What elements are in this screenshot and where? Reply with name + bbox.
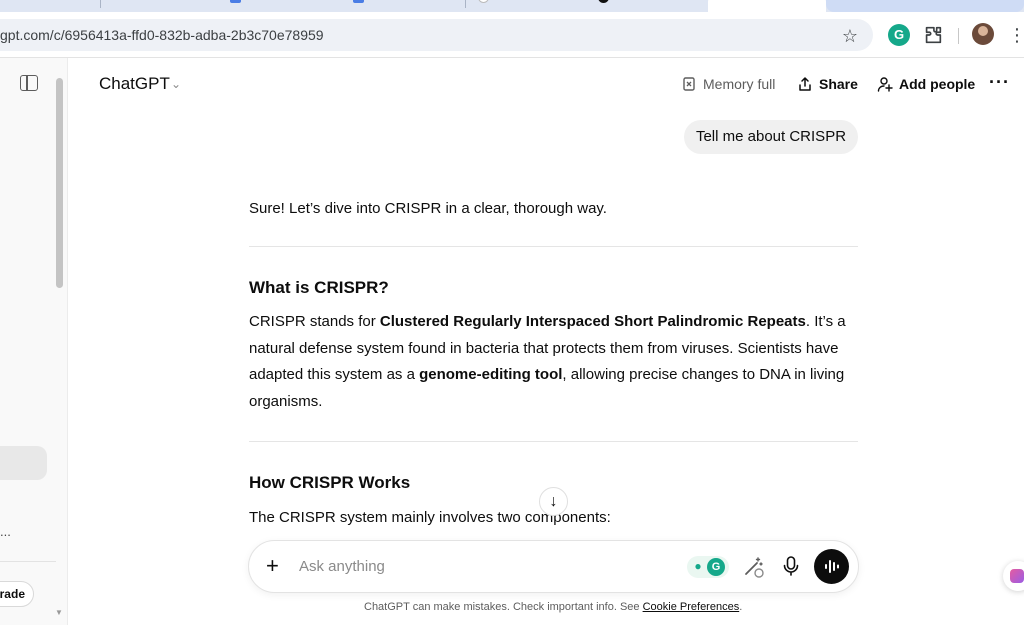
user-message-bubble: Tell me about CRISPR (684, 120, 858, 154)
section-divider (249, 246, 858, 247)
waveform-icon (825, 560, 839, 573)
disclaimer-end: . (739, 601, 743, 613)
add-person-icon (877, 77, 893, 92)
sidebar-divider (0, 561, 56, 562)
section-divider (249, 441, 858, 442)
share-label: Share (819, 76, 858, 92)
section-paragraph: CRISPR stands for Clustered Regularly In… (249, 309, 858, 416)
sidebar-scrollbar[interactable] (56, 78, 63, 288)
memory-full-label: Memory full (703, 76, 776, 92)
add-people-button[interactable]: Add people (877, 74, 975, 94)
browser-tab[interactable] (826, 0, 1024, 12)
memory-full-indicator[interactable]: Memory full (681, 74, 775, 94)
tab-favicon-icon (598, 0, 609, 3)
browser-tab[interactable] (470, 0, 582, 12)
tab-favicon-icon (230, 0, 241, 3)
bookmark-star-icon[interactable]: ☆ (840, 26, 860, 46)
profile-avatar[interactable] (972, 23, 994, 45)
toolbar-divider (958, 28, 959, 44)
paragraph-text: CRISPR stands for (249, 313, 380, 330)
scroll-to-bottom-button[interactable]: ↓ (539, 487, 568, 516)
chevron-down-icon[interactable]: ⌄ (171, 77, 181, 91)
prompt-input[interactable] (299, 558, 599, 575)
section-heading: What is CRISPR? (249, 278, 389, 297)
share-button[interactable]: Share (797, 74, 858, 94)
plus-icon[interactable]: + (266, 553, 279, 579)
browser-tab-strip (0, 0, 1024, 12)
browser-tab[interactable] (222, 0, 334, 12)
tab-favicon-icon (353, 0, 364, 3)
grammarly-icon: G (707, 558, 725, 576)
lightbulb-icon: ● (694, 559, 702, 573)
floating-extension-icon[interactable] (1003, 561, 1024, 591)
tab-separator (465, 0, 466, 8)
disclaimer-label: ChatGPT can make mistakes. Check importa… (364, 601, 643, 613)
microphone-icon[interactable] (782, 555, 800, 577)
bold-term: genome-editing tool (419, 366, 563, 384)
cookie-preferences-link[interactable]: Cookie Preferences (643, 601, 740, 613)
tab-separator (100, 0, 101, 8)
voice-mode-button[interactable] (814, 549, 849, 584)
sidebar-item-selected[interactable] (0, 446, 47, 480)
scroll-down-arrow-icon[interactable]: ▼ (55, 608, 63, 617)
section-heading: How CRISPR Works (249, 473, 411, 492)
memory-icon (683, 77, 695, 91)
sidebar: ▼ ... rade (0, 58, 68, 625)
model-selector[interactable]: ChatGPT (99, 74, 170, 94)
prompt-composer: + ● G (248, 540, 859, 593)
browser-tab-active[interactable] (708, 0, 826, 12)
browser-tab[interactable] (345, 0, 457, 12)
share-icon (799, 77, 811, 91)
browser-menu-icon[interactable]: ⋮ (1008, 24, 1024, 46)
grammarly-extension-icon[interactable]: G (888, 24, 910, 46)
sidebar-toggle-icon[interactable] (20, 75, 38, 91)
grammarly-widget[interactable]: ● G (687, 556, 729, 578)
upgrade-button[interactable]: rade (0, 581, 34, 607)
sidebar-more-label[interactable]: ... (0, 524, 11, 539)
more-options-icon[interactable]: ··· (989, 72, 1010, 93)
arrow-down-icon: ↓ (549, 493, 558, 510)
browser-tab[interactable] (590, 0, 702, 12)
url-text[interactable]: gpt.com/c/6956413a-ffd0-832b-adba-2b3c70… (0, 27, 324, 43)
browser-toolbar: gpt.com/c/6956413a-ffd0-832b-adba-2b3c70… (0, 12, 1024, 58)
magic-wand-icon[interactable] (742, 555, 766, 579)
response-intro: Sure! Let’s dive into CRISPR in a clear,… (249, 200, 607, 217)
disclaimer-text: ChatGPT can make mistakes. Check importa… (364, 601, 742, 613)
tab-favicon-icon (478, 0, 489, 3)
add-people-label: Add people (899, 76, 976, 92)
extensions-puzzle-icon[interactable] (922, 24, 944, 46)
bold-term: Clustered Regularly Interspaced Short Pa… (379, 313, 806, 330)
